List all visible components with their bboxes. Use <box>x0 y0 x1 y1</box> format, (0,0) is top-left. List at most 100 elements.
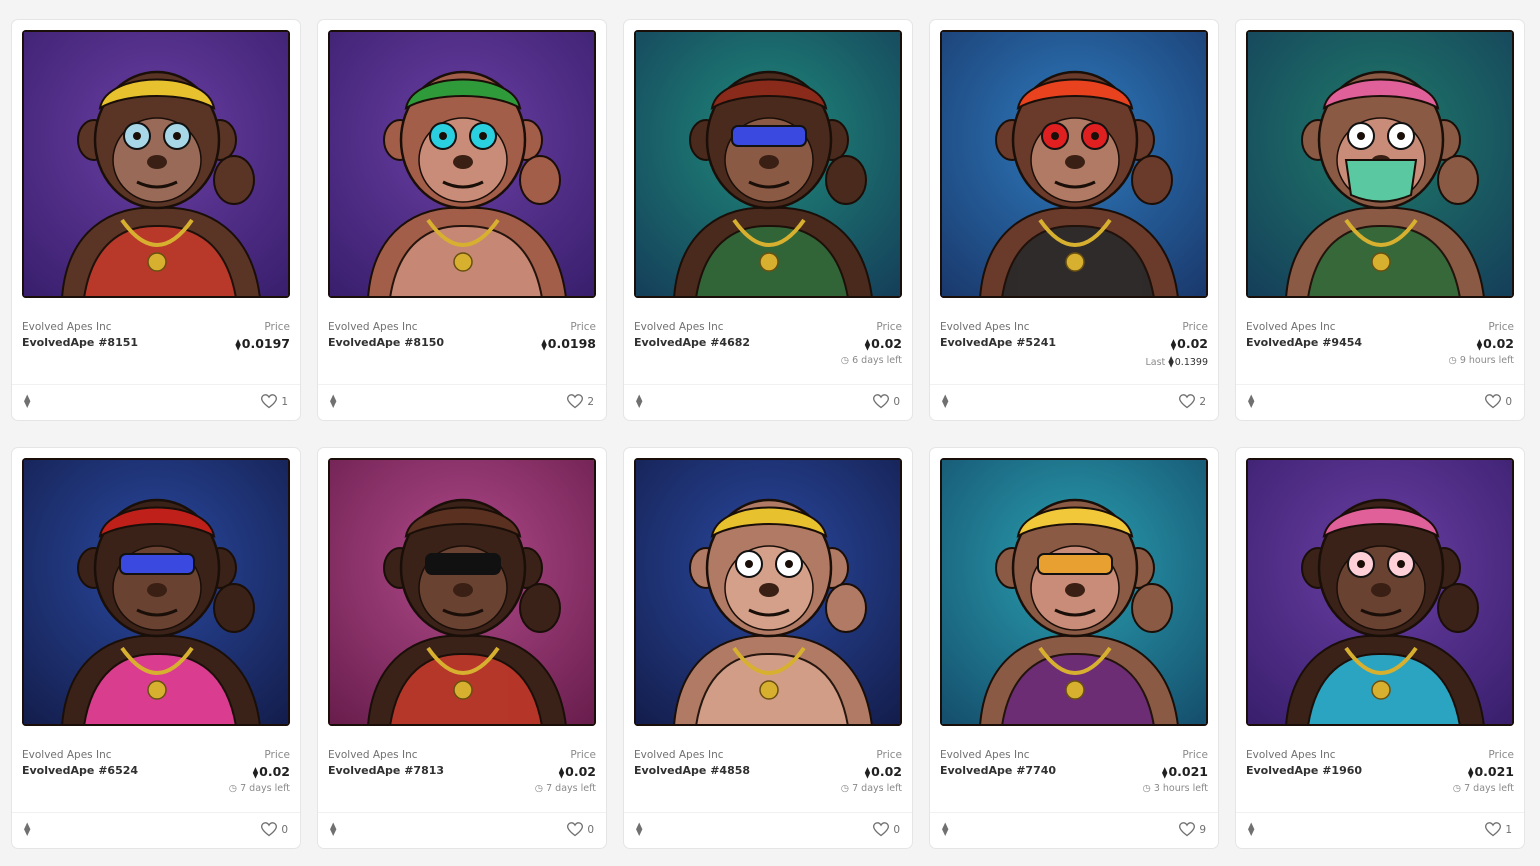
eth-chain-icon: ⧫ <box>636 394 643 409</box>
card-footer: ⧫ 9 <box>942 822 1206 838</box>
like-count: 2 <box>1199 395 1206 408</box>
nft-card[interactable]: Evolved Apes Inc EvolvedApe #7740 Price ⧫0.… <box>929 447 1219 849</box>
nft-artwork[interactable] <box>940 30 1208 298</box>
nft-info: Evolved Apes Inc EvolvedApe #5241 Price ⧫0.… <box>940 321 1208 371</box>
ape-illustration <box>940 458 1208 726</box>
ape-nose <box>453 583 473 597</box>
nft-artwork[interactable] <box>22 458 290 726</box>
nft-card[interactable]: Evolved Apes Inc EvolvedApe #4682 Price ⧫0.… <box>623 19 913 421</box>
collection-name[interactable]: Evolved Apes Inc <box>940 321 1030 333</box>
ape-pendant <box>759 680 779 700</box>
token-name[interactable]: EvolvedApe #6524 <box>22 764 138 777</box>
time-left: ◷ 7 days left <box>535 783 596 794</box>
nft-info: Evolved Apes Inc EvolvedApe #6524 Price ⧫0.… <box>22 749 290 799</box>
heart-icon <box>1485 822 1502 837</box>
collection-name[interactable]: Evolved Apes Inc <box>1246 321 1336 333</box>
like-button[interactable]: 0 <box>873 822 900 837</box>
collection-name[interactable]: Evolved Apes Inc <box>634 749 724 761</box>
nft-artwork[interactable] <box>940 458 1208 726</box>
eth-icon: ⧫ <box>558 766 565 779</box>
token-name[interactable]: EvolvedApe #7813 <box>328 764 444 777</box>
like-button[interactable]: 0 <box>1485 394 1512 409</box>
ape-pendant <box>1371 680 1391 700</box>
card-divider <box>930 812 1218 813</box>
price-amount: 0.02 <box>871 764 902 779</box>
like-button[interactable]: 1 <box>1485 822 1512 837</box>
collection-name[interactable]: Evolved Apes Inc <box>328 749 418 761</box>
eth-chain-icon: ⧫ <box>24 822 31 837</box>
token-name[interactable]: EvolvedApe #9454 <box>1246 336 1362 349</box>
last-sale-label: Last <box>1145 357 1166 368</box>
nft-card[interactable]: Evolved Apes Inc EvolvedApe #5241 Price ⧫0.… <box>929 19 1219 421</box>
token-name[interactable]: EvolvedApe #1960 <box>1246 764 1362 777</box>
like-count: 0 <box>587 823 594 836</box>
price-amount: 0.02 <box>565 764 596 779</box>
ape-nose <box>759 155 779 169</box>
eth-icon: ⧫ <box>1168 355 1174 368</box>
token-name[interactable]: EvolvedApe #4682 <box>634 336 750 349</box>
ape-pupil-right <box>479 132 487 140</box>
card-footer: ⧫ 0 <box>1248 394 1512 410</box>
price-value: ⧫0.02 <box>1171 336 1208 351</box>
ape-hand <box>519 155 561 205</box>
collection-name[interactable]: Evolved Apes Inc <box>22 749 112 761</box>
like-button[interactable]: 1 <box>261 394 288 409</box>
nft-card[interactable]: Evolved Apes Inc EvolvedApe #8151 Price ⧫0.… <box>11 19 301 421</box>
ape-illustration <box>328 30 596 298</box>
ape-hand <box>213 155 255 205</box>
nft-card[interactable]: Evolved Apes Inc EvolvedApe #7813 Price ⧫0.… <box>317 447 607 849</box>
ape-nose <box>1371 583 1391 597</box>
collection-name[interactable]: Evolved Apes Inc <box>1246 749 1336 761</box>
price-value: ⧫0.02 <box>865 764 902 779</box>
eth-icon: ⧫ <box>252 766 259 779</box>
nft-artwork[interactable] <box>634 458 902 726</box>
nft-artwork[interactable] <box>328 30 596 298</box>
collection-name[interactable]: Evolved Apes Inc <box>22 321 112 333</box>
eth-chain-icon: ⧫ <box>942 822 949 837</box>
like-count: 0 <box>893 823 900 836</box>
nft-artwork[interactable] <box>22 30 290 298</box>
ape-nose <box>759 583 779 597</box>
nft-artwork[interactable] <box>328 458 596 726</box>
nft-card[interactable]: Evolved Apes Inc EvolvedApe #9454 Price ⧫0.… <box>1235 19 1525 421</box>
ape-hand <box>825 155 867 205</box>
token-name[interactable]: EvolvedApe #7740 <box>940 764 1056 777</box>
like-button[interactable]: 0 <box>261 822 288 837</box>
nft-card[interactable]: Evolved Apes Inc EvolvedApe #1960 Price ⧫0.… <box>1235 447 1525 849</box>
nft-artwork[interactable] <box>1246 458 1514 726</box>
token-name[interactable]: EvolvedApe #8150 <box>328 336 444 349</box>
card-footer: ⧫ 0 <box>330 822 594 838</box>
nft-card[interactable]: Evolved Apes Inc EvolvedApe #8150 Price ⧫0.… <box>317 19 607 421</box>
card-divider <box>624 812 912 813</box>
like-button[interactable]: 0 <box>873 394 900 409</box>
ape-illustration <box>634 458 902 726</box>
card-divider <box>624 384 912 385</box>
token-name[interactable]: EvolvedApe #4858 <box>634 764 750 777</box>
nft-card[interactable]: Evolved Apes Inc EvolvedApe #6524 Price ⧫0.… <box>11 447 301 849</box>
heart-icon <box>1485 394 1502 409</box>
eth-icon: ⧫ <box>1162 766 1168 779</box>
like-button[interactable]: 2 <box>567 394 594 409</box>
collection-name[interactable]: Evolved Apes Inc <box>328 321 418 333</box>
ape-hand <box>1131 155 1173 205</box>
like-button[interactable]: 9 <box>1179 822 1206 837</box>
like-button[interactable]: 2 <box>1179 394 1206 409</box>
time-left: ◷ 7 days left <box>1453 783 1514 794</box>
nft-artwork[interactable] <box>1246 30 1514 298</box>
price-label: Price <box>570 749 596 761</box>
nft-card[interactable]: Evolved Apes Inc EvolvedApe #4858 Price ⧫0.… <box>623 447 913 849</box>
collection-name[interactable]: Evolved Apes Inc <box>940 749 1030 761</box>
token-name[interactable]: EvolvedApe #8151 <box>22 336 138 349</box>
token-name[interactable]: EvolvedApe #5241 <box>940 336 1056 349</box>
nft-info: Evolved Apes Inc EvolvedApe #7813 Price ⧫0.… <box>328 749 596 799</box>
collection-name[interactable]: Evolved Apes Inc <box>634 321 724 333</box>
nft-info: Evolved Apes Inc EvolvedApe #4858 Price ⧫0.… <box>634 749 902 799</box>
ape-pupil-left <box>1357 560 1365 568</box>
nft-artwork[interactable] <box>634 30 902 298</box>
card-divider <box>12 812 300 813</box>
like-count: 0 <box>1505 395 1512 408</box>
card-footer: ⧫ 2 <box>942 394 1206 410</box>
time-left-text: 9 hours left <box>1459 355 1514 366</box>
like-button[interactable]: 0 <box>567 822 594 837</box>
price-label: Price <box>570 321 596 333</box>
